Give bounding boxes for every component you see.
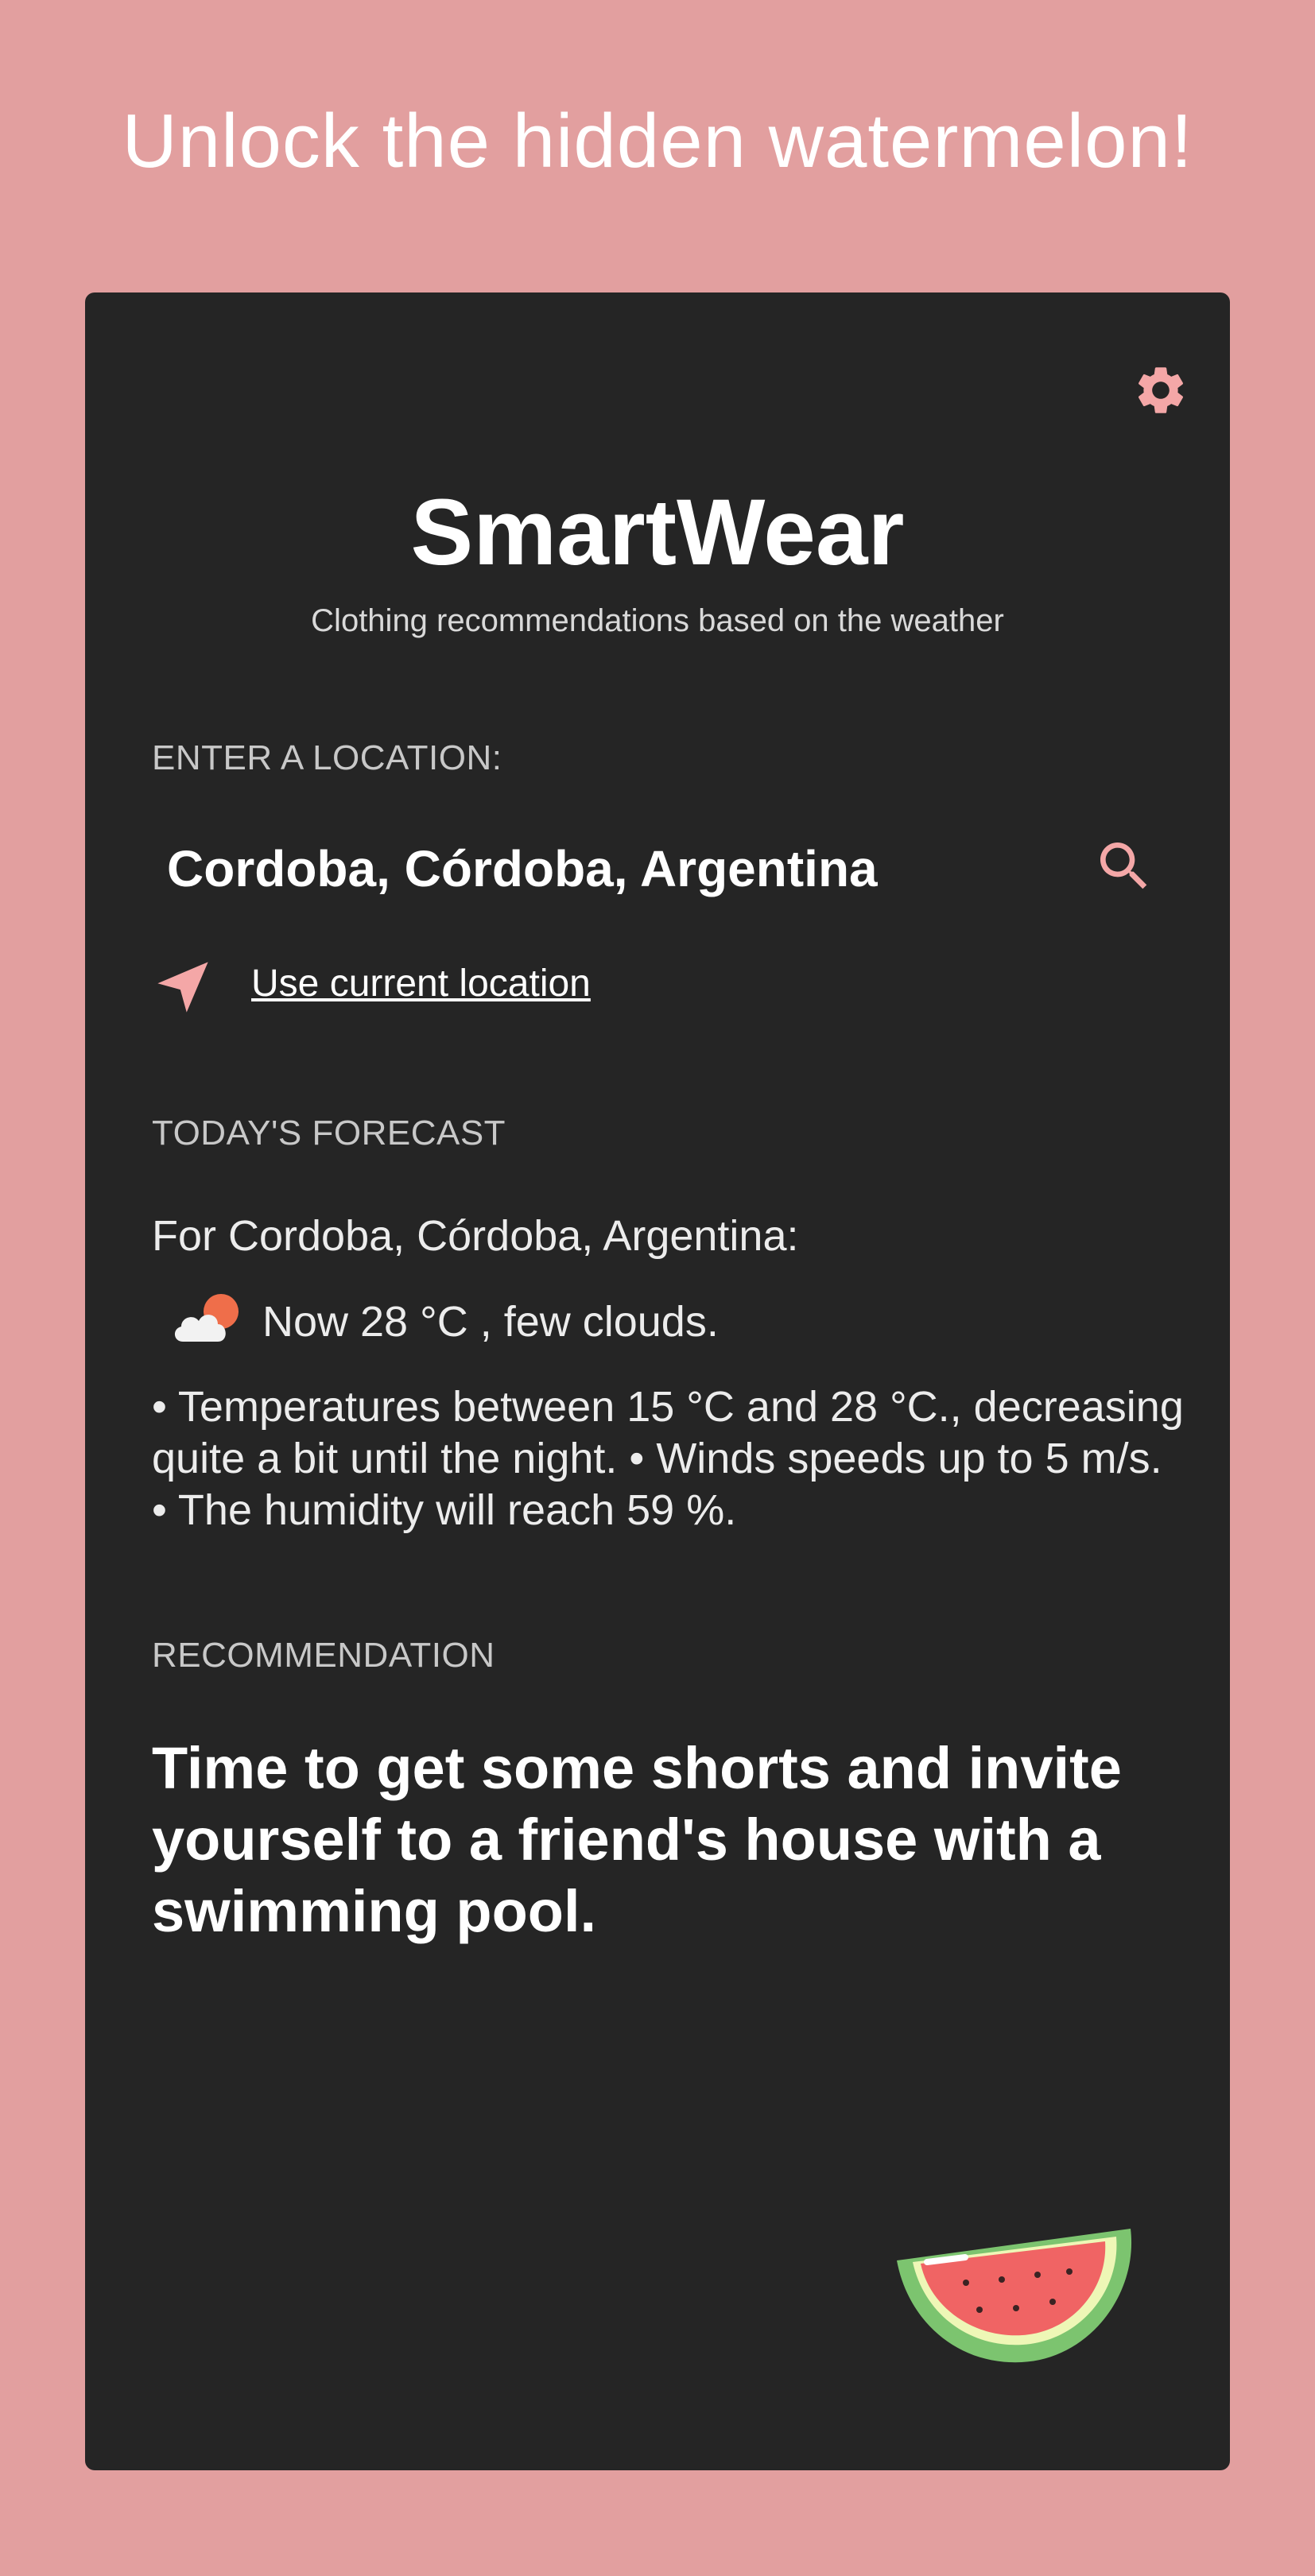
forecast-label: TODAY'S FORECAST [152, 1114, 506, 1152]
app-title: SmartWear [410, 480, 905, 585]
forecast-details: • Temperatures between 15 °C and 28 °C.,… [152, 1383, 1184, 1534]
current-weather-text: Now 28 °C , few clouds. [262, 1298, 719, 1346]
forecast-location-text: For Cordoba, Córdoba, Argentina: [152, 1212, 799, 1260]
search-icon[interactable] [1092, 835, 1156, 898]
navigation-arrow-icon[interactable] [153, 957, 213, 1017]
watermelon-icon[interactable] [890, 2225, 1137, 2384]
gear-icon[interactable] [1132, 362, 1189, 419]
app-subtitle: Clothing recommendations based on the we… [311, 603, 1004, 638]
use-current-location-link[interactable]: Use current location [251, 960, 591, 1008]
partly-cloudy-icon [174, 1294, 239, 1342]
location-input[interactable] [167, 835, 1057, 903]
recommendation-text: Time to get some shorts and invite yours… [152, 1735, 1122, 1944]
recommendation-label: RECOMMENDATION [152, 1636, 495, 1675]
hidden-watermelon-banner: Unlock the hidden watermelon! [122, 99, 1193, 184]
location-label: ENTER A LOCATION: [152, 738, 502, 777]
